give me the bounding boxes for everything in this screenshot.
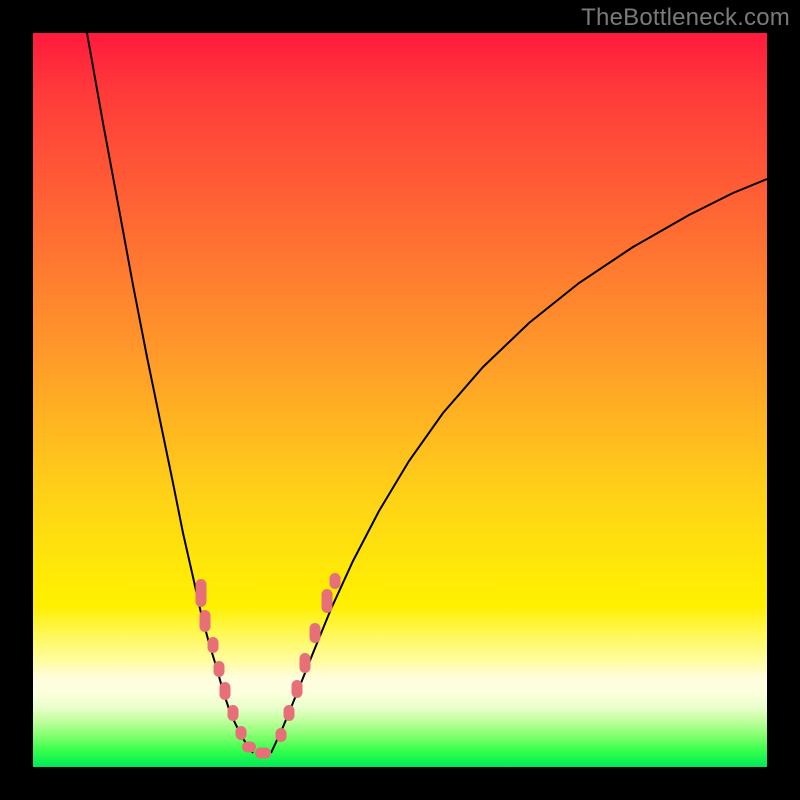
marker-dot <box>322 589 333 613</box>
marker-dot <box>284 705 295 721</box>
marker-dot <box>236 726 247 740</box>
plot-area <box>33 33 767 767</box>
marker-dot <box>214 661 225 677</box>
marker-group <box>196 573 341 759</box>
marker-dot <box>255 748 271 759</box>
chart-svg <box>33 33 767 767</box>
marker-dot <box>228 705 239 721</box>
watermark-text: TheBottleneck.com <box>581 4 790 32</box>
curve-right-branch <box>271 179 767 753</box>
marker-dot <box>300 653 311 673</box>
marker-dot <box>276 728 287 742</box>
chart-frame: TheBottleneck.com <box>0 0 800 800</box>
marker-dot <box>292 680 303 698</box>
marker-dot <box>310 623 321 643</box>
marker-dot <box>242 742 256 753</box>
marker-dot <box>196 579 207 607</box>
marker-dot <box>220 682 231 700</box>
marker-dot <box>208 637 219 653</box>
marker-dot <box>200 610 211 632</box>
marker-dot <box>330 573 341 589</box>
curve-left-branch <box>87 33 253 753</box>
